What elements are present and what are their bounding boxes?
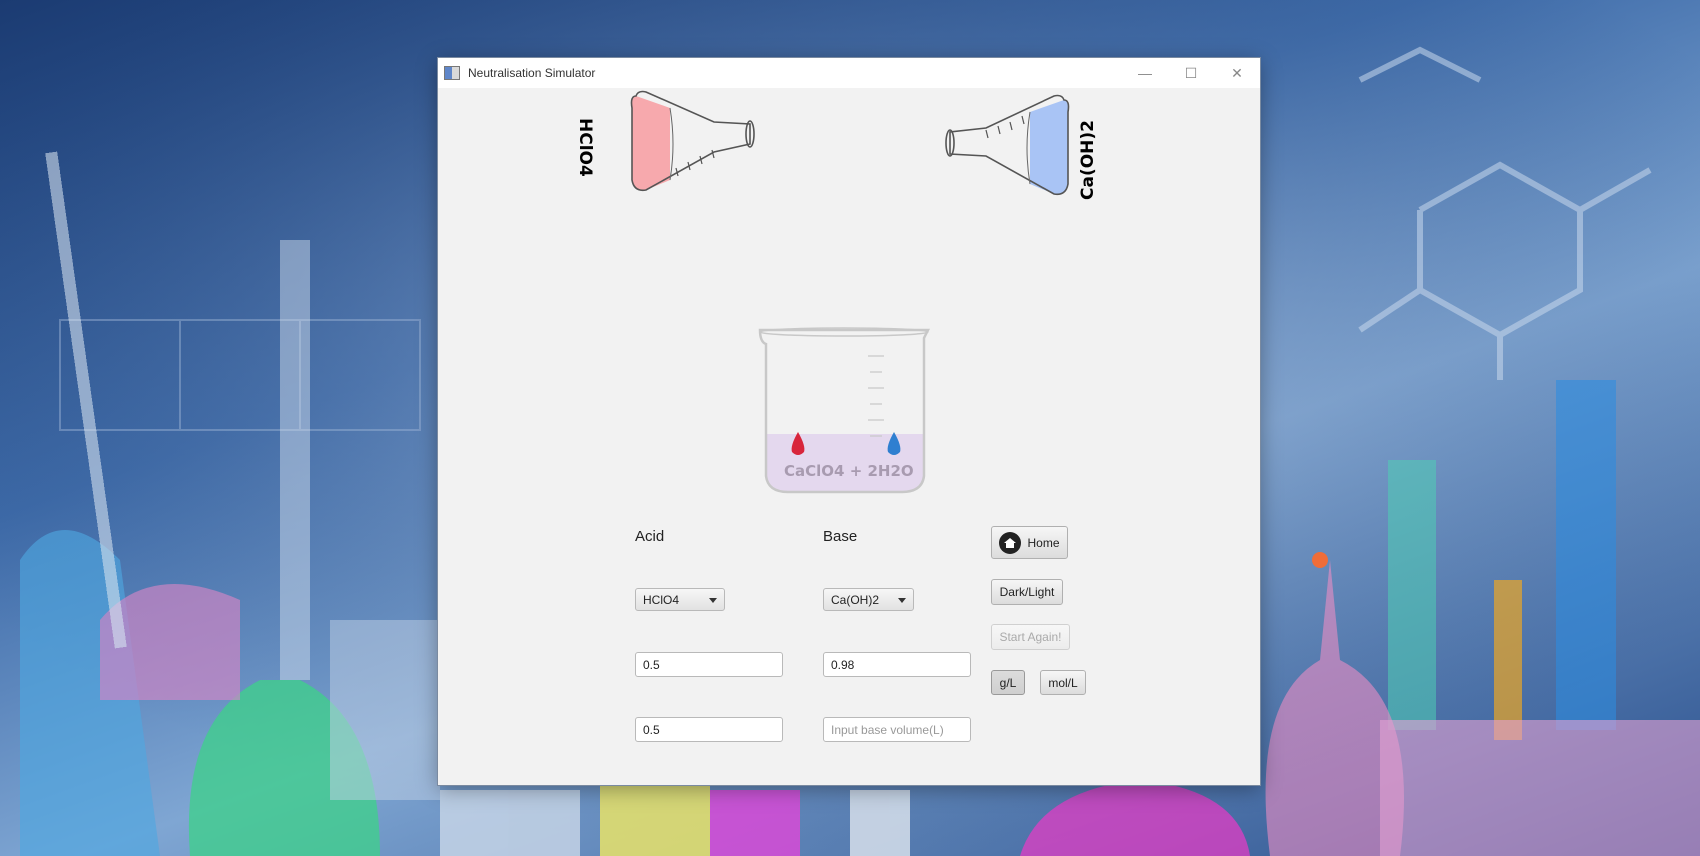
close-button[interactable]: ✕ — [1214, 58, 1260, 88]
base-flask-label: Ca(OH)2 — [1078, 120, 1098, 200]
product-label: CaClO4 + 2H2O — [784, 462, 914, 480]
start-again-button[interactable]: Start Again! — [991, 624, 1070, 650]
base-concentration-input[interactable]: 0.98 — [823, 652, 971, 677]
home-icon — [999, 531, 1022, 554]
acid-flask-label: HClO4 — [575, 118, 595, 177]
home-button[interactable]: Home — [991, 526, 1068, 559]
unit-moll-button[interactable]: mol/L — [1040, 670, 1086, 695]
acid-heading: Acid — [635, 528, 665, 545]
window-title: Neutralisation Simulator — [468, 66, 596, 80]
acid-select-value: HClO4 — [643, 592, 680, 607]
base-heading: Base — [823, 528, 858, 545]
dark-light-toggle-button[interactable]: Dark/Light — [991, 579, 1063, 605]
home-button-label: Home — [1027, 535, 1060, 550]
title-bar[interactable]: Neutralisation Simulator — ☐ ✕ — [438, 58, 1260, 88]
acid-volume-input[interactable]: 0.5 — [635, 717, 783, 742]
app-icon — [444, 66, 460, 80]
window-controls: — ☐ ✕ — [1122, 58, 1260, 88]
chevron-down-icon — [709, 598, 717, 603]
base-flask — [945, 94, 1070, 196]
minimize-button[interactable]: — — [1122, 58, 1168, 88]
unit-gl-button[interactable]: g/L — [991, 670, 1025, 695]
base-select-value: Ca(OH)2 — [831, 592, 880, 607]
base-select[interactable]: Ca(OH)2 — [823, 588, 914, 611]
base-volume-input[interactable]: Input base volume(L) — [823, 717, 971, 742]
acid-select[interactable]: HClO4 — [635, 588, 725, 611]
maximize-button[interactable]: ☐ — [1168, 58, 1214, 88]
chevron-down-icon — [898, 598, 906, 603]
acid-flask — [630, 90, 755, 192]
acid-concentration-input[interactable]: 0.5 — [635, 652, 783, 677]
